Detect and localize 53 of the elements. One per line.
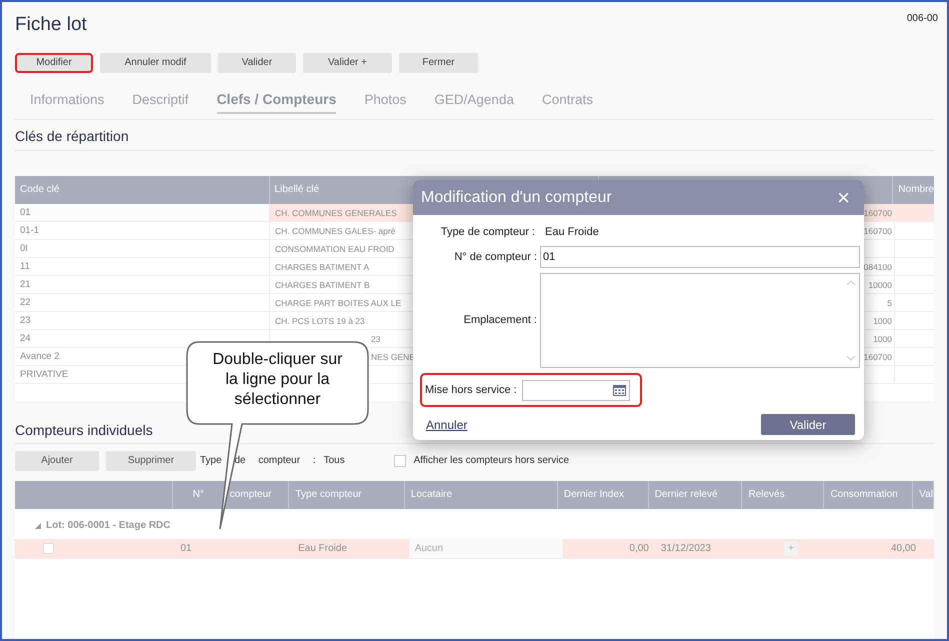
field-value: Eau Froide bbox=[545, 224, 599, 240]
column-header: Locataire bbox=[404, 480, 558, 508]
table-cell: 40,00 bbox=[832, 538, 922, 558]
table-cell: 31/12/2023 bbox=[654, 538, 750, 558]
table-cell: 21 bbox=[15, 276, 270, 292]
table-cell: Eau Froide bbox=[292, 538, 409, 558]
toolbar-button[interactable]: Annuler modif bbox=[100, 52, 211, 72]
section-title: Clés de répartition bbox=[15, 126, 129, 146]
column-header: Dernier relevé bbox=[648, 480, 742, 508]
field-label: Mise hors service : bbox=[425, 382, 517, 398]
column-header: Type compteur bbox=[289, 480, 405, 508]
toolbar-button[interactable]: Fermer bbox=[399, 52, 478, 72]
checkbox-label: Afficher les compteurs hors service bbox=[414, 454, 570, 468]
table-cell bbox=[922, 538, 934, 558]
table-cell: Aucun bbox=[408, 538, 564, 558]
field-label: Type de compteur : bbox=[440, 224, 535, 240]
toolbar-button[interactable]: Ajouter bbox=[15, 450, 99, 470]
submit-button[interactable]: Valider bbox=[761, 414, 855, 435]
checkbox[interactable] bbox=[43, 542, 54, 554]
table-cell: 0,00 bbox=[563, 538, 655, 558]
table-cell: 22 bbox=[15, 294, 270, 310]
field-label: Emplacement : bbox=[462, 312, 537, 328]
table-cell: 0I bbox=[15, 240, 270, 256]
filter-label: Type de compteur : bbox=[200, 454, 316, 468]
scroll-up-icon[interactable] bbox=[847, 280, 855, 284]
page-title: Fiche lot bbox=[15, 13, 87, 37]
table-cell: 11 bbox=[15, 258, 270, 274]
column-header: Dernier Index bbox=[558, 480, 649, 508]
date-field[interactable] bbox=[522, 380, 630, 400]
column-header: Nombre bbox=[897, 183, 934, 197]
group-label: Lot: 006-0001 - Etage RDC bbox=[46, 519, 170, 533]
table-cell bbox=[895, 204, 934, 220]
column-header: Consommation bbox=[824, 480, 914, 508]
toolbar-button[interactable]: Supprimer bbox=[106, 450, 196, 470]
text-area[interactable] bbox=[540, 272, 860, 368]
input-field[interactable]: 01 bbox=[540, 246, 860, 268]
record-reference: 006-00 bbox=[906, 12, 938, 26]
column-header: Relevés bbox=[742, 480, 824, 508]
table-cell: 01 bbox=[15, 204, 270, 220]
collapse-icon[interactable] bbox=[35, 522, 41, 528]
section-title: Compteurs individuels bbox=[15, 420, 153, 440]
cancel-link[interactable]: Annuler bbox=[426, 416, 468, 434]
filter-value[interactable]: Tous bbox=[324, 453, 394, 468]
scroll-down-icon[interactable] bbox=[847, 356, 855, 360]
column-header: Val bbox=[913, 480, 934, 508]
table-cell: 01-1 bbox=[15, 222, 270, 238]
toolbar-button[interactable]: Valider bbox=[218, 52, 296, 72]
table-cell: 01 bbox=[174, 538, 292, 558]
calendar-icon[interactable] bbox=[612, 384, 626, 396]
table-cell: 23 bbox=[15, 312, 270, 328]
toolbar-button[interactable]: Valider + bbox=[303, 52, 392, 72]
toolbar-button[interactable]: Modifier bbox=[15, 52, 93, 72]
checkbox[interactable] bbox=[394, 454, 406, 466]
